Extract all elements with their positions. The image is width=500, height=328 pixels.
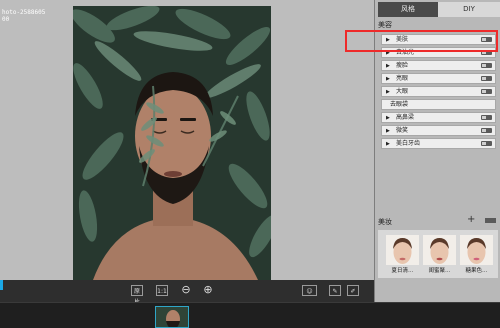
image-info: hoto-2588605 00 <box>2 9 45 23</box>
list-item-remove-eye-bags[interactable]: 去眼袋 <box>381 99 496 110</box>
expand-arrow-icon: ▶ <box>386 128 390 134</box>
portrait-image <box>73 6 271 280</box>
face-thumbnail-image <box>386 235 419 265</box>
list-item-label: 微笑 <box>396 127 409 134</box>
list-item-whiten-teeth[interactable]: ▶ 美白牙齿 <box>381 138 496 149</box>
list-item-brighten-eyes[interactable]: ▶ 亮眼 <box>381 73 496 84</box>
image-info-line2: 00 <box>2 16 10 23</box>
filmstrip-thumbnail[interactable] <box>155 306 189 328</box>
actual-size-button[interactable]: 1:1 <box>156 285 168 296</box>
makeup-preset-label: 夏日清… <box>391 268 414 274</box>
toggle-switch[interactable] <box>481 76 492 81</box>
panel-tabs: 风格 DIY <box>375 0 500 18</box>
list-item-label: 美白牙齿 <box>396 140 421 147</box>
makeup-section-title: 美妆 <box>378 218 392 226</box>
eraser-icon[interactable]: ✎ <box>329 285 341 296</box>
toggle-switch[interactable] <box>481 89 492 94</box>
preview-canvas: hoto-2588605 00 <box>0 0 374 280</box>
original-button[interactable]: 原片 <box>131 285 143 306</box>
list-item-label: 瘦脸 <box>396 62 409 69</box>
highlight-box <box>345 30 498 52</box>
toggle-switch[interactable] <box>481 115 492 120</box>
makeup-preset-label: 糖果色… <box>465 268 488 274</box>
beauty-section-title: 美容 <box>378 21 392 29</box>
expand-arrow-icon: ▶ <box>386 76 390 82</box>
filmstrip <box>0 302 500 328</box>
tab-style[interactable]: 风格 <box>378 2 438 17</box>
image-info-line1: hoto-2588605 <box>2 9 46 16</box>
list-item-enlarge-eyes[interactable]: ▶ 大眼 <box>381 86 496 97</box>
portrait-photo[interactable] <box>73 6 271 280</box>
plus-icon[interactable]: + <box>467 214 475 226</box>
list-item-nose-bridge[interactable]: ▶ 高鼻梁 <box>381 112 496 123</box>
list-item-slim-face[interactable]: ▶ 瘦脸 <box>381 60 496 71</box>
list-item-smile[interactable]: ▶ 微笑 <box>381 125 496 136</box>
face-thumbnail-image <box>460 235 493 265</box>
face-icon[interactable]: ☺ <box>302 285 317 296</box>
makeup-preset-thumbnail[interactable] <box>460 235 493 265</box>
expand-arrow-icon: ▶ <box>386 141 390 147</box>
left-edge-marker <box>0 280 3 290</box>
makeup-toggle-switch[interactable] <box>485 218 496 223</box>
makeup-preset-thumbnail[interactable] <box>423 235 456 265</box>
thumbnail-image <box>156 307 188 327</box>
tab-diy[interactable]: DIY <box>438 2 500 17</box>
toggle-switch[interactable] <box>481 63 492 68</box>
brush-icon[interactable]: ✐ <box>347 285 359 296</box>
zoom-in-icon[interactable]: ⊕ <box>202 284 214 296</box>
makeup-preset-label: 闺蜜聚… <box>428 268 451 274</box>
makeup-preset-thumbnail[interactable] <box>386 235 419 265</box>
toggle-switch[interactable] <box>481 141 492 146</box>
list-item-label: 大眼 <box>396 88 409 95</box>
canvas-toolbar: 原片 1:1 ⊖ ⊕ ☺ ✎ ✐ <box>0 280 374 306</box>
list-item-label: 去眼袋 <box>390 101 409 108</box>
makeup-presets: 夏日清… 闺蜜聚… 糖果色… <box>378 230 498 278</box>
list-item-label: 高鼻梁 <box>396 114 415 121</box>
zoom-out-icon[interactable]: ⊖ <box>180 284 192 296</box>
toggle-switch[interactable] <box>481 128 492 133</box>
list-item-label: 亮眼 <box>396 75 409 82</box>
expand-arrow-icon: ▶ <box>386 63 390 69</box>
expand-arrow-icon: ▶ <box>386 89 390 95</box>
expand-arrow-icon: ▶ <box>386 115 390 121</box>
face-thumbnail-image <box>423 235 456 265</box>
